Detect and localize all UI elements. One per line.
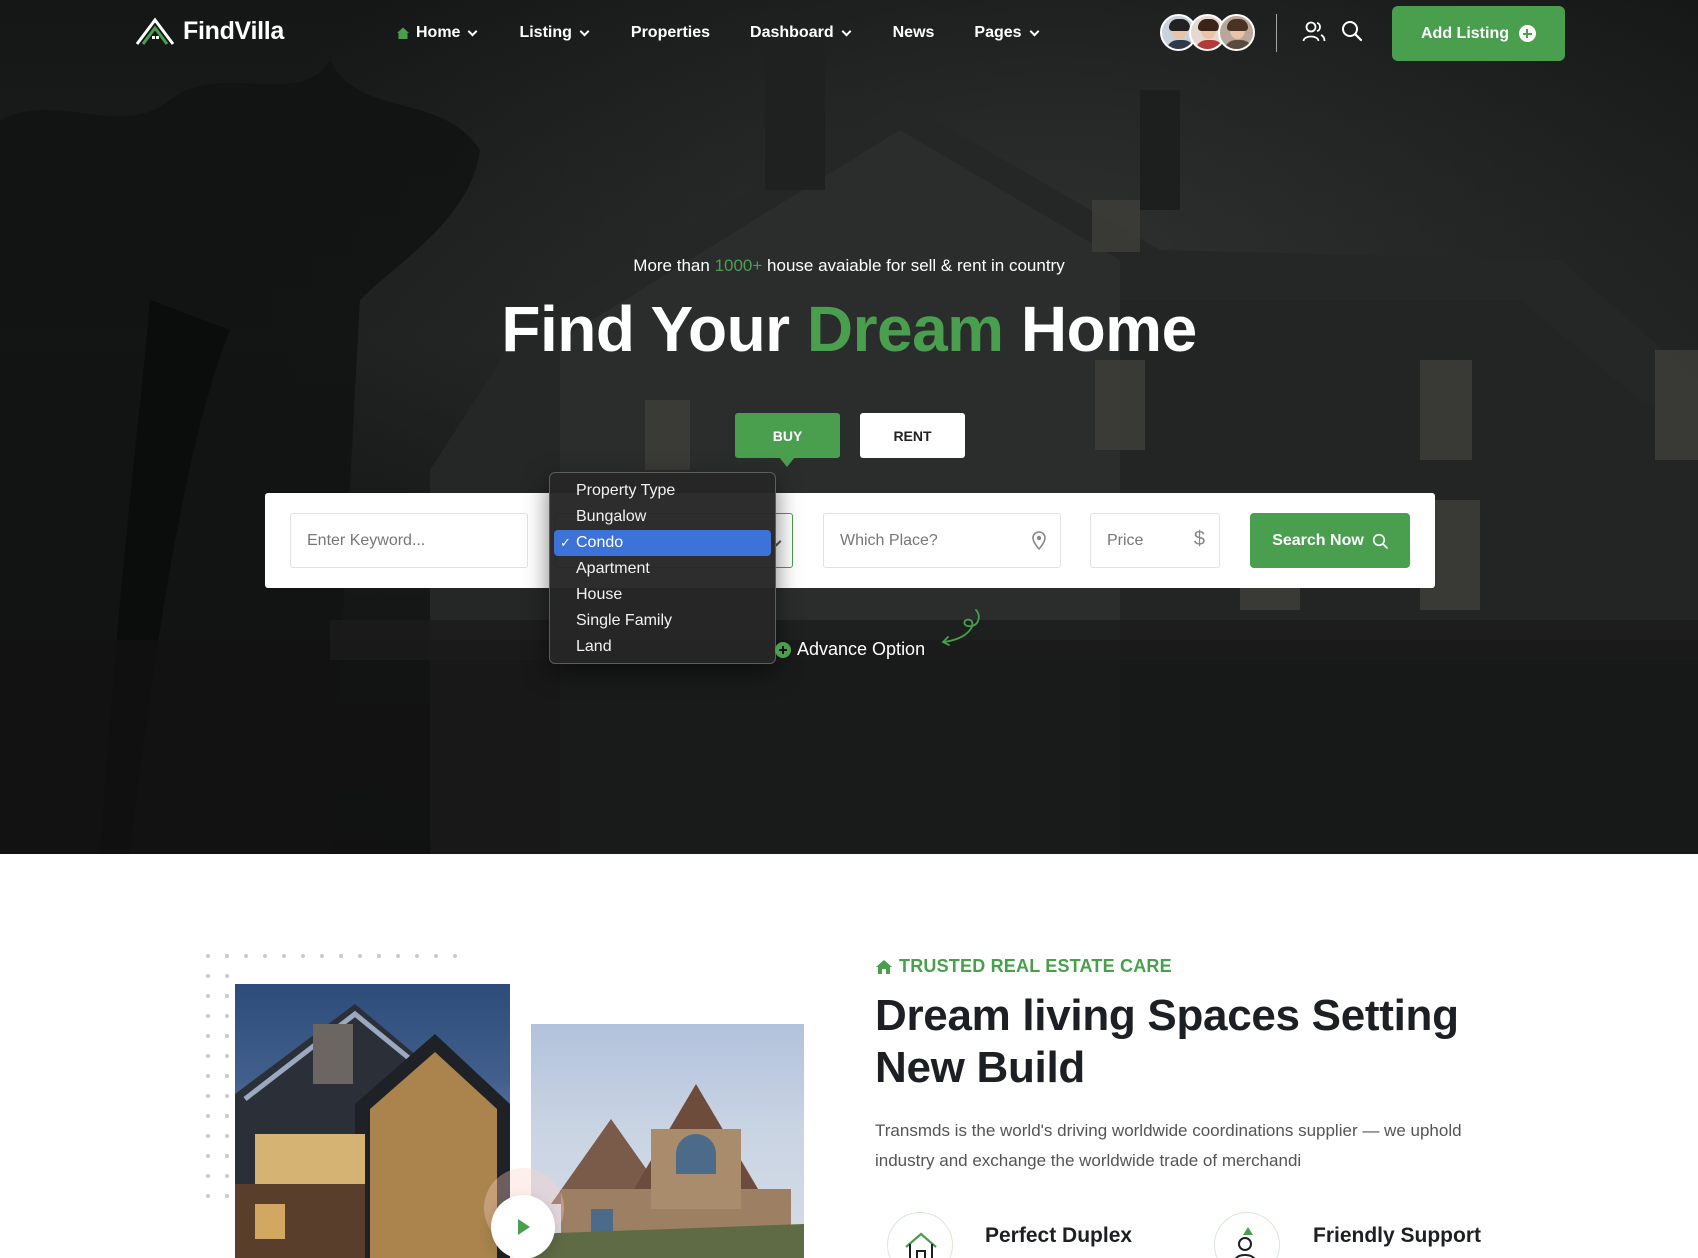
add-listing-button[interactable]: Add Listing <box>1392 6 1565 61</box>
plus-circle-icon <box>1518 25 1536 42</box>
nav-divider <box>1276 14 1277 52</box>
location-placeholder: Which Place? <box>840 531 938 549</box>
nav-item-label: Pages <box>974 24 1022 41</box>
hero-subtitle-text: house avaiable for sell & rent in countr… <box>767 256 1065 275</box>
plus-circle-icon <box>775 641 791 658</box>
location-input[interactable]: Which Place? <box>823 513 1061 568</box>
dropdown-option[interactable]: Land <box>554 634 771 660</box>
support-icon <box>1235 1227 1255 1258</box>
advance-option-label: Advance Option <box>797 639 926 659</box>
section-title-line: Dream living Spaces Setting <box>875 991 1459 1040</box>
price-placeholder: Price <box>1107 531 1144 549</box>
nav-item-label: Home <box>416 24 461 41</box>
hero-title: Find Your Dream Home <box>0 292 1698 366</box>
tab-rent[interactable]: RENT <box>860 413 965 458</box>
users-icon[interactable] <box>1302 21 1326 43</box>
nav-item-listing[interactable]: Listing <box>519 22 590 44</box>
hero-subtitle-highlight: 1000+ <box>714 256 763 275</box>
dropdown-option[interactable]: Apartment <box>554 556 771 582</box>
hero-section: FindVilla Home Listing Properties Dashbo… <box>0 0 1698 854</box>
hero-subtitle: More than 1000+ house avaiable for sell … <box>0 256 1698 276</box>
nav-item-properties[interactable]: Properties <box>631 22 710 44</box>
section-title: Dream living Spaces Setting New Build <box>875 990 1515 1094</box>
advance-option-link[interactable]: Advance Option <box>775 639 925 660</box>
dropdown-option-label: Condo <box>576 534 624 551</box>
hero-background-image <box>0 40 1698 854</box>
price-input[interactable]: Price $ <box>1090 513 1220 568</box>
nav-item-label: Listing <box>519 24 572 41</box>
brand-name: FindVilla <box>183 16 285 45</box>
house-icon <box>905 1232 937 1258</box>
map-pin-icon <box>1032 531 1046 551</box>
dropdown-option[interactable]: House <box>554 582 771 608</box>
search-icon[interactable] <box>1341 20 1363 42</box>
hero-title-highlight: Dream <box>806 293 1004 365</box>
video-play-button[interactable] <box>491 1195 555 1258</box>
dropdown-option[interactable]: Property Type <box>554 478 771 504</box>
section-description: Transmds is the world's driving worldwid… <box>875 1121 1462 1170</box>
dropdown-option-selected[interactable]: ✓ Condo <box>554 530 771 556</box>
keyword-input[interactable]: Enter Keyword... <box>290 513 528 568</box>
nav-item-label: News <box>892 24 935 41</box>
logo-house-icon <box>135 17 175 45</box>
property-type-dropdown: Property Type Bungalow ✓ Condo Apartment… <box>549 472 776 664</box>
property-photo-modern-house <box>235 984 510 1258</box>
agent-avatars <box>1160 14 1255 51</box>
curly-arrow-icon <box>941 609 980 646</box>
chevron-down-icon <box>579 26 590 36</box>
eyebrow-text: TRUSTED REAL ESTATE CARE <box>899 956 1172 976</box>
search-icon <box>1372 533 1388 549</box>
search-now-label: Search Now <box>1272 531 1364 549</box>
chevron-down-icon <box>841 26 852 36</box>
keyword-placeholder: Enter Keyword... <box>307 531 426 549</box>
dropdown-option[interactable]: Bungalow <box>554 504 771 530</box>
search-now-button[interactable]: Search Now <box>1250 513 1410 568</box>
section-eyebrow: TRUSTED REAL ESTATE CARE <box>875 956 1172 977</box>
feature-title: Friendly Support <box>1313 1224 1481 1247</box>
home-icon <box>876 959 892 974</box>
tab-buy[interactable]: BUY <box>735 413 840 467</box>
section-title-line: New Build <box>875 1043 1085 1092</box>
hero-subtitle-text: More than <box>633 256 710 275</box>
hero-title-text: Home <box>1020 293 1197 365</box>
feature-icon-wrapper <box>1214 1212 1280 1258</box>
nav-item-label: Dashboard <box>750 24 834 41</box>
chevron-down-icon <box>1029 26 1039 36</box>
nav-item-dashboard[interactable]: Dashboard <box>750 22 852 44</box>
avatar[interactable] <box>1218 14 1255 51</box>
add-listing-label: Add Listing <box>1421 24 1509 42</box>
brand-logo[interactable]: FindVilla <box>135 14 284 48</box>
nav-item-news[interactable]: News <box>893 22 935 44</box>
top-navigation: FindVilla Home Listing Properties Dashbo… <box>0 0 1698 66</box>
feature-icon-wrapper <box>887 1212 953 1258</box>
main-menu: Home Listing Properties Dashboard News P… <box>396 22 1039 44</box>
chevron-down-icon <box>468 26 478 36</box>
nav-item-label: Properties <box>630 24 711 41</box>
nav-item-pages[interactable]: Pages <box>974 22 1039 44</box>
dropdown-option[interactable]: Single Family <box>554 608 771 634</box>
property-search-form: Enter Keyword... Which Place? Price $ Se… <box>265 493 1435 588</box>
property-photo-stone-house <box>531 1024 804 1258</box>
hero-title-text: Find Your <box>501 293 790 365</box>
feature-title: Perfect Duplex <box>985 1224 1133 1247</box>
nav-item-home[interactable]: Home <box>396 22 478 44</box>
home-icon <box>397 27 409 39</box>
dollar-icon: $ <box>1193 528 1205 550</box>
checkmark-icon: ✓ <box>560 535 571 550</box>
